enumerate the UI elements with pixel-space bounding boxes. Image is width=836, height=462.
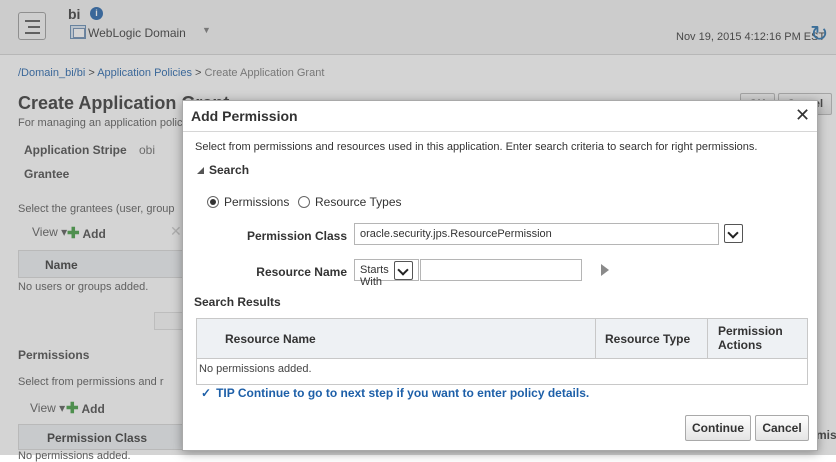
- search-go-arrow-icon[interactable]: [601, 264, 609, 276]
- resource-types-radio-label[interactable]: Resource Types: [315, 195, 402, 209]
- resource-name-operator-value: Starts With: [360, 264, 389, 288]
- column-separator: [707, 319, 708, 359]
- search-heading: Search: [209, 163, 250, 177]
- dialog-cancel-button[interactable]: Cancel: [755, 415, 809, 441]
- add-permission-dialog: Add Permission ✕ Select from permissions…: [182, 100, 818, 451]
- permissions-radio[interactable]: [207, 196, 219, 208]
- search-results-table: Resource Name Resource Type Permission A…: [196, 318, 808, 385]
- resource-name-input[interactable]: [420, 259, 582, 281]
- resource-name-column-header[interactable]: Resource Name: [225, 332, 316, 346]
- results-empty-text: No permissions added.: [199, 363, 312, 375]
- resource-name-label: Resource Name: [256, 265, 347, 279]
- permission-actions-column-header[interactable]: Permission Actions: [718, 324, 783, 352]
- dialog-description: Select from permissions and resources us…: [195, 141, 758, 153]
- permissions-radio-label[interactable]: Permissions: [224, 195, 289, 209]
- search-section-toggle[interactable]: Search: [197, 163, 249, 177]
- column-separator: [595, 319, 596, 359]
- permission-class-chevron-down-icon[interactable]: [724, 224, 743, 243]
- results-table-header: Resource Name Resource Type Permission A…: [197, 319, 807, 359]
- collapse-triangle-icon: [197, 167, 204, 175]
- dialog-title: Add Permission: [191, 108, 298, 124]
- tip-text: TIP Continue to go to next step if you w…: [216, 386, 590, 400]
- tip-message: ✓ TIP Continue to go to next step if you …: [201, 386, 589, 400]
- operator-chevron-down-icon[interactable]: [394, 261, 413, 280]
- continue-button[interactable]: Continue: [685, 415, 751, 441]
- resource-types-radio[interactable]: [298, 196, 310, 208]
- close-icon[interactable]: ✕: [795, 105, 810, 126]
- tip-check-icon: ✓: [201, 386, 212, 400]
- permission-actions-line2: Actions: [718, 338, 763, 352]
- resource-type-column-header[interactable]: Resource Type: [605, 332, 690, 346]
- permission-class-label: Permission Class: [246, 229, 347, 243]
- search-results-heading: Search Results: [194, 295, 281, 309]
- permission-actions-line1: Permission: [718, 324, 783, 338]
- permission-class-input[interactable]: [354, 223, 719, 245]
- dialog-divider: [183, 131, 817, 132]
